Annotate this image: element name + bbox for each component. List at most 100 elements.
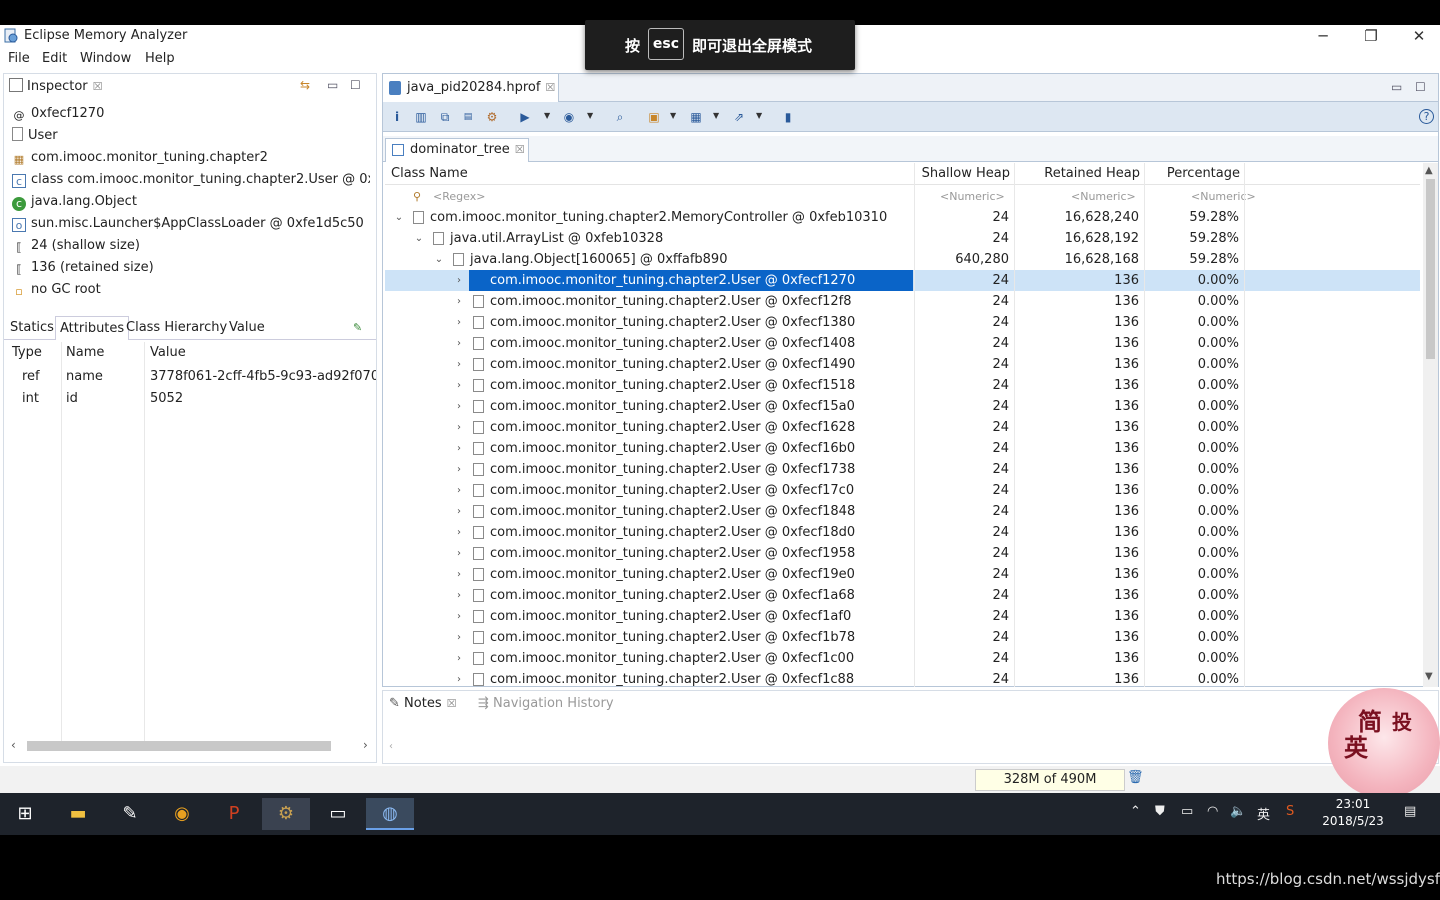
attribute-row[interactable]: ref name 3778f061-2cff-4fb5-9c93-ad92f07… [4,366,376,388]
table-vscrollbar[interactable]: ▲ ▼ [1423,163,1438,687]
scroll-thumb[interactable] [1426,179,1435,359]
minimize-button[interactable]: ─ [1300,25,1346,47]
scroll-left-icon[interactable]: ‹ [389,741,393,752]
table-row[interactable]: › com.imooc.monitor_tuning.chapter2.User … [385,627,1420,648]
tab-statics[interactable]: Statics [6,316,58,340]
dropdown-icon[interactable]: ▼ [670,111,676,120]
menu-edit[interactable]: Edit [42,51,67,66]
close-tab-icon[interactable]: ☒ [447,697,457,710]
menu-help[interactable]: Help [145,51,175,66]
expand-icon[interactable]: › [453,438,465,459]
mat-taskbar-icon[interactable]: ◍ [366,798,414,830]
table-row[interactable]: › com.imooc.monitor_tuning.chapter2.User … [385,564,1420,585]
tray-expand-icon[interactable]: ⌃ [1130,804,1141,819]
menu-window[interactable]: Window [80,51,131,66]
expand-icon[interactable]: › [453,354,465,375]
expand-icon[interactable]: › [453,312,465,333]
table-row[interactable]: › com.imooc.monitor_tuning.chapter2.User … [385,543,1420,564]
notification-icon[interactable]: ▤ [1404,804,1416,819]
expand-icon[interactable]: › [453,669,465,687]
expand-icon[interactable]: › [453,627,465,648]
table-row[interactable]: › com.imooc.monitor_tuning.chapter2.User … [385,375,1420,396]
close-tab-icon[interactable]: ☒ [545,81,555,94]
clock[interactable]: 23:01 2018/5/23 [1318,796,1388,830]
table-row[interactable]: › com.imooc.monitor_tuning.chapter2.User … [385,648,1420,669]
histogram-icon[interactable]: ▥ [412,109,430,125]
columns-icon[interactable]: ▦ [687,109,705,125]
expand-icon[interactable]: › [453,396,465,417]
info-icon[interactable]: i [388,109,406,125]
expand-icon[interactable]: › [453,585,465,606]
expand-icon[interactable]: › [453,270,465,291]
expand-icon[interactable]: › [453,606,465,627]
close-tab-icon[interactable]: ☒ [93,80,103,93]
thread-overview-icon[interactable]: ⚙ [483,109,501,125]
table-row[interactable]: › com.imooc.monitor_tuning.chapter2.User … [385,585,1420,606]
navigation-history-tab[interactable]: ⇶ Navigation History [478,691,614,717]
volume-icon[interactable]: 🔈 [1230,804,1246,819]
expand-icon[interactable]: › [453,459,465,480]
oql-icon[interactable]: ▤ [459,109,477,125]
expand-icon[interactable]: › [453,501,465,522]
scroll-up-icon[interactable]: ▲ [1425,165,1433,176]
dominator-tree-icon[interactable]: ⧉ [436,109,454,125]
table-row[interactable]: › com.imooc.monitor_tuning.chapter2.User … [385,480,1420,501]
maximize-editor-icon[interactable]: ☐ [1415,80,1426,94]
start-icon[interactable]: ⊞ [1,798,49,830]
dropdown-icon[interactable]: ▼ [756,111,762,120]
col-type[interactable]: Type [12,342,42,364]
filter-retained[interactable]: <Numeric> [1071,186,1136,207]
collapse-icon[interactable]: ⌄ [413,228,425,249]
export-icon[interactable]: ⇗ [730,109,748,125]
col-name[interactable]: Name [66,342,104,364]
minimize-view-icon[interactable]: ▭ [327,78,338,92]
filter-percentage[interactable]: <Numeric> [1191,186,1256,207]
pin-icon[interactable]: ✎ [349,316,366,340]
expand-icon[interactable]: › [453,291,465,312]
table-row[interactable]: › com.imooc.monitor_tuning.chapter2.User … [385,438,1420,459]
ime-indicator[interactable]: 英 [1257,804,1270,823]
col-shallow-heap[interactable]: Shallow Heap [915,163,1015,185]
tab-value[interactable]: Value [225,316,269,340]
expand-icon[interactable]: › [453,522,465,543]
table-row[interactable]: › com.imooc.monitor_tuning.chapter2.User … [385,606,1420,627]
restore-button[interactable]: ❐ [1348,25,1394,47]
maximize-view-icon[interactable]: ☐ [350,78,361,92]
close-window-button[interactable]: ✕ [1396,25,1440,47]
col-value[interactable]: Value [150,342,376,364]
expand-icon[interactable]: › [453,417,465,438]
expand-icon[interactable]: › [453,543,465,564]
chrome-icon[interactable]: ◉ [158,798,206,830]
expand-icon[interactable]: › [453,480,465,501]
dropdown-icon[interactable]: ▼ [713,111,719,120]
dominator-tree-tab[interactable]: dominator_tree ☒ [385,138,529,162]
filter-shallow[interactable]: <Numeric> [940,186,1005,207]
scroll-right-icon[interactable]: › [363,738,368,752]
tab-attributes[interactable]: Attributes [55,316,130,340]
calculate-retained-icon[interactable]: ▮ [779,109,797,125]
powerpoint-icon[interactable]: P [210,798,258,830]
minimize-editor-icon[interactable]: ▭ [1391,80,1402,94]
input-method-icon[interactable]: S [1286,804,1294,819]
table-row[interactable]: › com.imooc.monitor_tuning.chapter2.User … [385,501,1420,522]
notepad-icon[interactable]: ✎ [106,798,154,830]
expand-icon[interactable]: › [453,564,465,585]
group-by-icon[interactable]: ▣ [645,109,663,125]
inspector-hscrollbar[interactable]: ‹ › [7,738,373,754]
trash-icon[interactable]: 🗑 [1127,770,1144,788]
run-report-icon[interactable]: ▶ [516,109,534,125]
table-row[interactable]: › com.imooc.monitor_tuning.chapter2.User … [385,270,1420,291]
collapse-icon[interactable]: ⌄ [393,207,405,228]
filter-name[interactable]: <Regex> [433,186,485,207]
close-tab-icon[interactable]: ☒ [515,143,525,156]
table-row[interactable]: › com.imooc.monitor_tuning.chapter2.User … [385,354,1420,375]
wifi-icon[interactable]: ◠ [1207,804,1218,819]
file-explorer-icon[interactable]: ▬ [54,798,102,830]
table-row[interactable]: ⌄ com.imooc.monitor_tuning.chapter2.Memor… [385,207,1420,228]
table-row[interactable]: › com.imooc.monitor_tuning.chapter2.User … [385,312,1420,333]
table-row[interactable]: › com.imooc.monitor_tuning.chapter2.User … [385,333,1420,354]
expand-icon[interactable]: › [453,333,465,354]
expand-icon[interactable]: › [453,375,465,396]
battery-icon[interactable]: ▭ [1181,804,1193,819]
table-row[interactable]: › com.imooc.monitor_tuning.chapter2.User … [385,417,1420,438]
